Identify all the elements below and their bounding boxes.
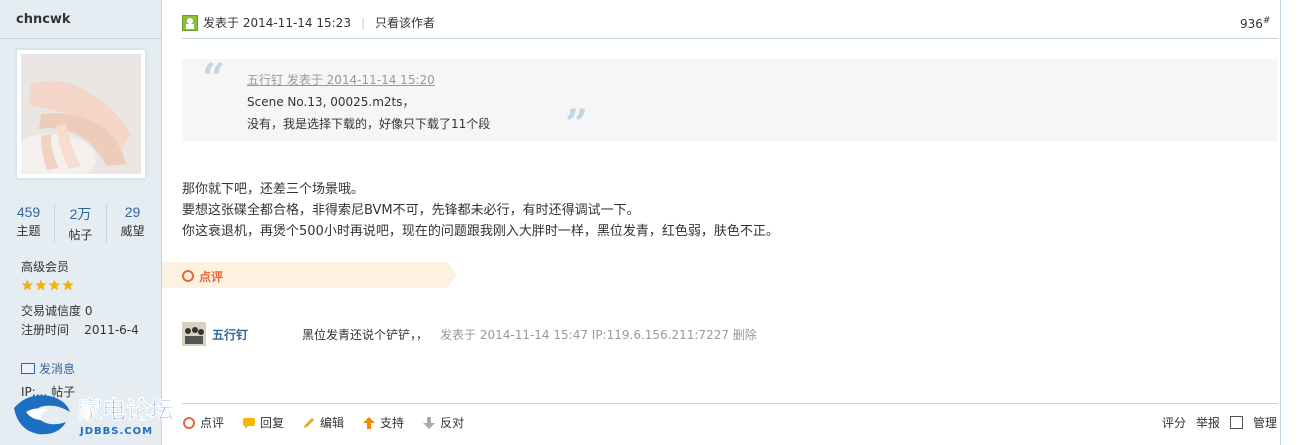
avatar-image <box>21 54 141 174</box>
reply-button[interactable]: 回复 <box>242 414 284 431</box>
trade-credit: 交易诚信度 0 <box>21 304 93 318</box>
stat-label: 主题 <box>16 224 41 238</box>
post-actions: 点评 回复 编辑 支持 反对 <box>182 414 482 431</box>
divider <box>0 38 161 39</box>
only-author-link[interactable]: 只看该作者 <box>375 14 435 31</box>
comment-section-title: 点评 <box>199 270 224 284</box>
stat-label: 帖子 <box>68 228 93 242</box>
register-time: 注册时间 2011-6-4 <box>21 321 139 338</box>
rank-stars: ★ ★ ★ ★ <box>21 279 74 293</box>
commenter-name[interactable]: 五行钉 <box>212 326 298 343</box>
author-sidebar: chncwk 459 主题 2万 帖子 29 威望 高级会员 ★ ★ ★ ★ 交… <box>0 0 162 445</box>
online-status-icon <box>182 14 198 31</box>
post-text-line: 那你就下吧，还差三个场景哦。 <box>182 182 365 197</box>
comment-meta: 发表于 2014-11-14 15:47 IP:119.6.156.211:72… <box>440 327 757 342</box>
stat-threads[interactable]: 459 主题 <box>3 204 55 243</box>
user-group[interactable]: 高级会员 <box>21 258 69 275</box>
star-icon: ★ <box>34 278 48 294</box>
logo-subtitle: JDBBS.COM <box>79 426 153 437</box>
post-text-line: 要想这张碟全都合格，非得索尼BVM不可，先锋都未必行，有时还得调试一下。 <box>182 203 640 218</box>
action-label: 点评 <box>200 416 225 430</box>
action-label: 编辑 <box>320 416 345 430</box>
logo-title: 家电论坛 <box>78 396 174 424</box>
register-label: 注册时间 <box>21 323 70 337</box>
stat-value: 459 <box>16 204 41 220</box>
separator: | <box>360 15 365 30</box>
post-time: 发表于 2014-11-14 15:23 <box>203 16 351 30</box>
quote-line: Scene No.13, 00025.m2ts， <box>247 95 415 109</box>
quote-source-link[interactable]: 五行钉 发表于 2014-11-14 15:20 <box>247 71 435 88</box>
rate-button[interactable]: 评分 <box>1162 414 1186 431</box>
comment-circle-icon <box>182 270 194 282</box>
arrow-up-icon <box>363 416 376 429</box>
stat-posts[interactable]: 2万 帖子 <box>55 204 107 243</box>
mail-icon <box>21 363 35 374</box>
manage-label[interactable]: 管理 <box>1253 414 1277 431</box>
quote-line: 没有，我是选择下载的，好像只下载了11个段 <box>247 117 491 131</box>
post-admin-actions: 评分 举报 管理 <box>1162 414 1277 431</box>
comment-item: 五行钉 黑位发青还说个铲铲，， 发表于 2014-11-14 15:47 IP:… <box>182 322 757 346</box>
stat-value: 2万 <box>69 206 92 222</box>
commenter-avatar[interactable] <box>182 322 206 346</box>
divider <box>182 403 1278 404</box>
support-button[interactable]: 支持 <box>362 414 404 431</box>
quote-block: “ ” 五行钉 发表于 2014-11-14 15:20 Scene No.13… <box>182 55 1277 148</box>
star-icon: ★ <box>61 278 75 294</box>
manage-checkbox[interactable] <box>1230 416 1244 429</box>
edit-button[interactable]: 编辑 <box>302 414 344 431</box>
rate-comment-button[interactable]: 点评 <box>182 414 224 431</box>
star-icon: ★ <box>21 278 34 294</box>
arrow-down-icon <box>423 416 436 429</box>
author-name[interactable]: chncwk <box>16 12 71 27</box>
divider <box>182 38 1278 39</box>
comment-text: 黑位发青还说个铲铲，， <box>302 327 429 342</box>
oppose-button[interactable]: 反对 <box>422 414 464 431</box>
author-stats: 459 主题 2万 帖子 29 威望 <box>3 204 158 243</box>
action-label: 反对 <box>440 416 465 430</box>
open-quote-icon: “ <box>202 55 226 102</box>
close-quote-icon: ” <box>565 101 589 148</box>
reply-icon <box>243 417 256 429</box>
send-message-link[interactable]: 发消息 <box>21 360 75 377</box>
comment-icon <box>183 416 195 429</box>
star-icon: ★ <box>48 278 61 294</box>
floor-value: 936 <box>1240 17 1263 31</box>
comment-section-header: 点评 <box>162 262 457 288</box>
floor-mark: # <box>1262 16 1271 26</box>
action-label: 支持 <box>380 416 405 430</box>
send-message-label: 发消息 <box>39 362 76 376</box>
post-content: 发表于 2014-11-14 15:23 | 只看该作者 936# “ ” 五行… <box>162 0 1298 445</box>
register-date: 2011-6-4 <box>84 323 139 337</box>
stat-prestige[interactable]: 29 威望 <box>107 204 158 243</box>
post-header: 发表于 2014-11-14 15:23 | 只看该作者 <box>182 14 435 31</box>
floor-number[interactable]: 936# <box>1240 16 1270 31</box>
post-text-line: 你这衰退机，再煲个500小时再说吧，现在的问题跟我刚入大胖时一样，黑位发青，红色… <box>182 224 779 239</box>
stat-value: 29 <box>124 204 141 220</box>
pencil-icon <box>304 417 315 428</box>
avatar[interactable] <box>16 49 146 179</box>
stat-label: 威望 <box>120 224 145 238</box>
report-button[interactable]: 举报 <box>1196 414 1220 431</box>
action-label: 回复 <box>260 416 285 430</box>
